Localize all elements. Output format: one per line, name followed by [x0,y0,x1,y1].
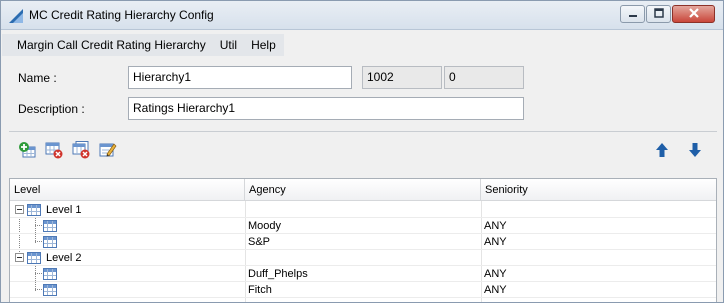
seniority-cell: ANY [484,236,507,248]
app-window: MC Credit Rating Hierarchy Config Margin… [0,0,724,303]
table-icon [43,268,57,280]
menu-util[interactable]: Util [213,34,244,56]
hierarchy-tree-table: Level Agency Seniority Level 1 Moody ANY [9,178,717,302]
agency-cell: Duff_Phelps [248,268,308,280]
collapse-toggle-icon[interactable] [15,253,24,262]
seniority-cell: ANY [484,284,507,296]
description-field[interactable]: Ratings Hierarchy1 [128,97,524,120]
delete-icon[interactable] [45,141,63,159]
minimize-icon [628,7,638,21]
add-icon[interactable] [18,141,36,159]
maximize-icon [653,7,664,21]
tree-row-agency[interactable]: Moody ANY [10,218,716,234]
app-logo-icon [8,8,24,24]
name-field[interactable]: Hierarchy1 [128,66,352,89]
level-cell: Level 1 [46,204,82,216]
table-icon [43,220,57,232]
delete-all-icon[interactable] [72,141,90,159]
tree-row-agency[interactable]: S&P ANY [10,234,716,250]
close-icon [688,7,700,22]
tree-row-level[interactable]: Level 2 [10,250,716,266]
table-icon [43,236,57,248]
window-title: MC Credit Rating Hierarchy Config [29,8,214,22]
menu-help[interactable]: Help [244,34,283,56]
description-label: Description : [18,102,85,116]
agency-cell: S&P [248,236,271,248]
collapse-toggle-icon[interactable] [15,205,24,214]
table-icon [27,252,41,264]
seniority-cell: ANY [484,220,507,232]
column-header-level[interactable]: Level [10,179,245,201]
id-field: 1002 [362,66,442,89]
tree-row-agency[interactable]: Fitch ANY [10,282,716,298]
column-header-agency[interactable]: Agency [245,179,481,201]
version-field: 0 [444,66,524,89]
move-down-icon[interactable] [686,141,704,159]
tree-row-level[interactable]: Level 1 [10,202,716,218]
maximize-button[interactable] [646,5,671,23]
menu-margin-call[interactable]: Margin Call Credit Rating Hierarchy [2,34,213,56]
title-bar[interactable]: MC Credit Rating Hierarchy Config [1,1,723,30]
level-cell: Level 2 [46,252,82,264]
close-button[interactable] [672,5,715,23]
seniority-cell: ANY [484,268,507,280]
table-icon [43,284,57,296]
edit-icon[interactable] [99,141,117,159]
table-header: Level Agency Seniority [10,179,716,201]
agency-cell: Fitch [248,284,272,296]
toolbar [9,131,717,169]
move-up-icon[interactable] [653,141,671,159]
table-icon [27,204,41,216]
column-header-seniority[interactable]: Seniority [481,179,716,201]
name-label: Name : [18,71,57,85]
menu-bar: Margin Call Credit Rating Hierarchy Util… [2,34,284,56]
minimize-button[interactable] [620,5,645,23]
agency-cell: Moody [248,220,282,232]
tree-row-agency[interactable]: Duff_Phelps ANY [10,266,716,282]
